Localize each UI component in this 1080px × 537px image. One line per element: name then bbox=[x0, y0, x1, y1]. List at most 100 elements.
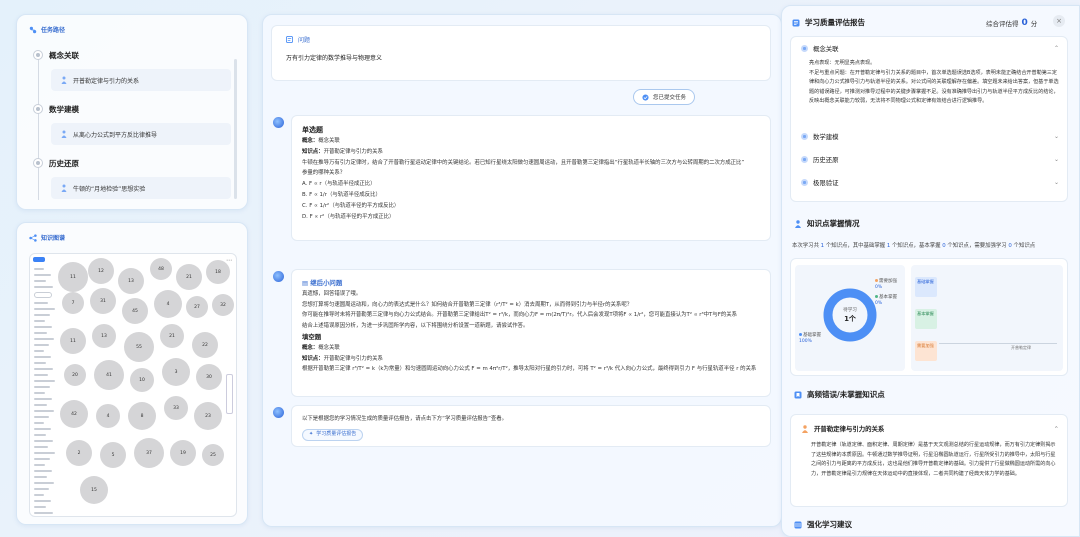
chevron-up-icon: ⌃ bbox=[1053, 45, 1059, 52]
graph-node[interactable]: 13 bbox=[118, 268, 144, 294]
graph-list-line bbox=[34, 326, 52, 328]
graph-list-line bbox=[34, 274, 51, 276]
accordion-history[interactable]: 历史还原 ⌄ bbox=[801, 155, 1059, 164]
level-box-weak: 需要加强 bbox=[915, 341, 937, 361]
graph-list-line bbox=[34, 302, 48, 304]
graph-node[interactable]: 21 bbox=[176, 264, 202, 290]
graph-node[interactable]: 33 bbox=[164, 396, 188, 420]
graph-node[interactable]: 48 bbox=[150, 258, 172, 280]
graph-node[interactable]: 22 bbox=[192, 332, 218, 358]
person-icon bbox=[61, 76, 67, 84]
hf-item-header[interactable]: 开普勒定律与引力的关系 ⌃ bbox=[801, 424, 1059, 433]
graph-node[interactable]: 10 bbox=[130, 368, 154, 392]
more-icon[interactable]: ⋯ bbox=[226, 257, 232, 264]
graph-node[interactable]: 32 bbox=[212, 294, 234, 316]
concept-value: 概念关联 bbox=[318, 138, 340, 144]
task-scrollbar[interactable] bbox=[234, 59, 237, 199]
submitted-label: 您已提交任务 bbox=[653, 95, 687, 101]
score-label: 综合评估得 bbox=[986, 20, 1019, 28]
graph-node[interactable]: 20 bbox=[64, 364, 86, 386]
graph-node[interactable]: 5 bbox=[100, 442, 126, 468]
evaluation-card: 概念关联 ⌃ 亮点表现：无明显亮点表现。 不足与重点问题：在开普勒定律与引力关系… bbox=[790, 36, 1068, 202]
graph-canvas[interactable]: ⋯ 11 12 13 48 21 18 7 31 45 4 27 32 11 13 55 21 22 20 41 10… bbox=[29, 253, 237, 517]
graph-list-line bbox=[34, 476, 47, 478]
graph-node[interactable]: 2 bbox=[66, 440, 92, 466]
report-message-text: 以下是根据您的学习情况生成的质量评估报告，请点击下方“学习质量评估报告”查看。 bbox=[302, 416, 508, 422]
graph-node[interactable]: 37 bbox=[134, 438, 164, 468]
concept-label: 概念： bbox=[302, 138, 319, 144]
close-icon[interactable]: × bbox=[1053, 15, 1065, 27]
graph-node[interactable]: 31 bbox=[90, 288, 116, 314]
person-icon bbox=[802, 424, 808, 433]
accordion-limit-check[interactable]: 极限验证 ⌄ bbox=[801, 178, 1059, 187]
task-title-3[interactable]: 历史还原 bbox=[49, 158, 79, 169]
assistant-avatar bbox=[273, 407, 284, 418]
graph-node[interactable]: 19 bbox=[170, 440, 196, 466]
graph-node[interactable]: 27 bbox=[186, 296, 208, 318]
graph-node[interactable]: 18 bbox=[206, 260, 230, 284]
graph-node[interactable]: 3 bbox=[162, 358, 190, 386]
level-line bbox=[939, 343, 1057, 344]
graph-node[interactable]: 11 bbox=[58, 262, 88, 292]
question-icon bbox=[286, 36, 293, 43]
chevron-up-icon: ⌃ bbox=[1053, 424, 1059, 433]
task-title-1[interactable]: 概念关联 bbox=[49, 50, 79, 61]
graph-icon bbox=[29, 233, 37, 242]
option-c[interactable]: C. F ∝ 1/r²（与轨道半径的平方成反比） bbox=[302, 201, 760, 212]
graph-node[interactable]: 41 bbox=[94, 360, 124, 390]
task-sub-2[interactable]: 从离心力公式到平方反比律推导 bbox=[51, 123, 231, 145]
graph-node[interactable]: 23 bbox=[194, 402, 222, 430]
question-card: 问题 万有引力定律的数学推导与物理意义 bbox=[271, 25, 771, 81]
option-b[interactable]: B. F ∝ 1/r（与轨道半径成反比） bbox=[302, 190, 760, 201]
task-sub-3[interactable]: 牛顿的“月地检验”思想实验 bbox=[51, 177, 231, 199]
graph-node[interactable]: 13 bbox=[92, 324, 116, 348]
open-report-label: 学习质量评估报告 bbox=[316, 431, 357, 438]
graph-node[interactable]: 4 bbox=[96, 404, 120, 428]
graph-list-line bbox=[34, 374, 48, 376]
graph-node[interactable]: 4 bbox=[154, 290, 182, 318]
task-sub-1[interactable]: 开普勒定律与引力的关系 bbox=[51, 69, 231, 91]
graph-node[interactable]: 21 bbox=[160, 324, 184, 348]
question-text: 万有引力定律的数学推导与物理意义 bbox=[286, 55, 383, 62]
graph-node[interactable]: 55 bbox=[124, 332, 154, 362]
graph-list-line bbox=[34, 512, 53, 514]
donut-chart-area: 待学习 1个 需要加强 0% 基本掌握 0% 基础掌握 100% bbox=[795, 265, 905, 371]
accordion-concept[interactable]: 概念关联 ⌃ bbox=[801, 44, 1059, 53]
chevron-down-icon: ⌄ bbox=[1053, 156, 1059, 163]
graph-node[interactable]: 42 bbox=[60, 400, 88, 428]
task-sub-label: 牛顿的“月地检验”思想实验 bbox=[73, 185, 146, 193]
question-stem: 牛顿在推导万有引力定律时，结合了开普勒行星运动定律中的关键结论。若已知行星绕太阳… bbox=[302, 159, 745, 166]
summary-text: 个知识点，其中基础掌握 bbox=[824, 243, 887, 249]
graph-node[interactable]: 30 bbox=[196, 364, 222, 390]
graph-list-line bbox=[34, 320, 45, 322]
graph-node[interactable]: 15 bbox=[80, 476, 108, 504]
graph-node[interactable]: 45 bbox=[122, 298, 148, 324]
followup-link[interactable]: ▤ 继后小问题 bbox=[302, 278, 760, 289]
path-icon bbox=[29, 26, 37, 33]
accordion-math-model[interactable]: 数学建模 ⌄ bbox=[801, 132, 1059, 141]
graph-node[interactable]: 7 bbox=[62, 292, 84, 314]
submitted-task-button[interactable]: 您已提交任务 bbox=[633, 89, 696, 105]
section-label: 极限验证 bbox=[813, 179, 839, 187]
graph-list-line bbox=[34, 422, 44, 424]
graph-header: 知识图谱 bbox=[17, 223, 247, 242]
task-title-2[interactable]: 数学建模 bbox=[49, 104, 79, 115]
legend-item-mastered: 基础掌握 100% bbox=[799, 333, 821, 345]
graph-list-line bbox=[34, 404, 47, 406]
task-node-icon bbox=[33, 104, 43, 114]
graph-list-line bbox=[34, 500, 51, 502]
task-node-icon bbox=[33, 158, 43, 168]
open-report-button[interactable]: ✦ 学习质量评估报告 bbox=[302, 428, 364, 441]
graph-node[interactable]: 12 bbox=[88, 258, 114, 284]
graph-zoom-toolbar[interactable] bbox=[226, 374, 233, 414]
question-label-row: 问题 bbox=[286, 35, 310, 44]
graph-node[interactable]: 11 bbox=[60, 328, 86, 354]
graph-node[interactable]: 8 bbox=[128, 402, 156, 430]
option-a[interactable]: A. F ∝ r（与轨道半径成正比） bbox=[302, 179, 760, 190]
question-stem-cont: 参量的哪种关系？ bbox=[302, 170, 346, 177]
kp-value: 开普勒定律与引力的关系 bbox=[323, 355, 383, 362]
legend-dot bbox=[799, 333, 802, 336]
option-d[interactable]: D. F ∝ r²（与轨道半径的平方成正比） bbox=[302, 212, 760, 223]
graph-node[interactable]: 25 bbox=[202, 444, 224, 466]
section-label: 历史还原 bbox=[813, 156, 839, 164]
